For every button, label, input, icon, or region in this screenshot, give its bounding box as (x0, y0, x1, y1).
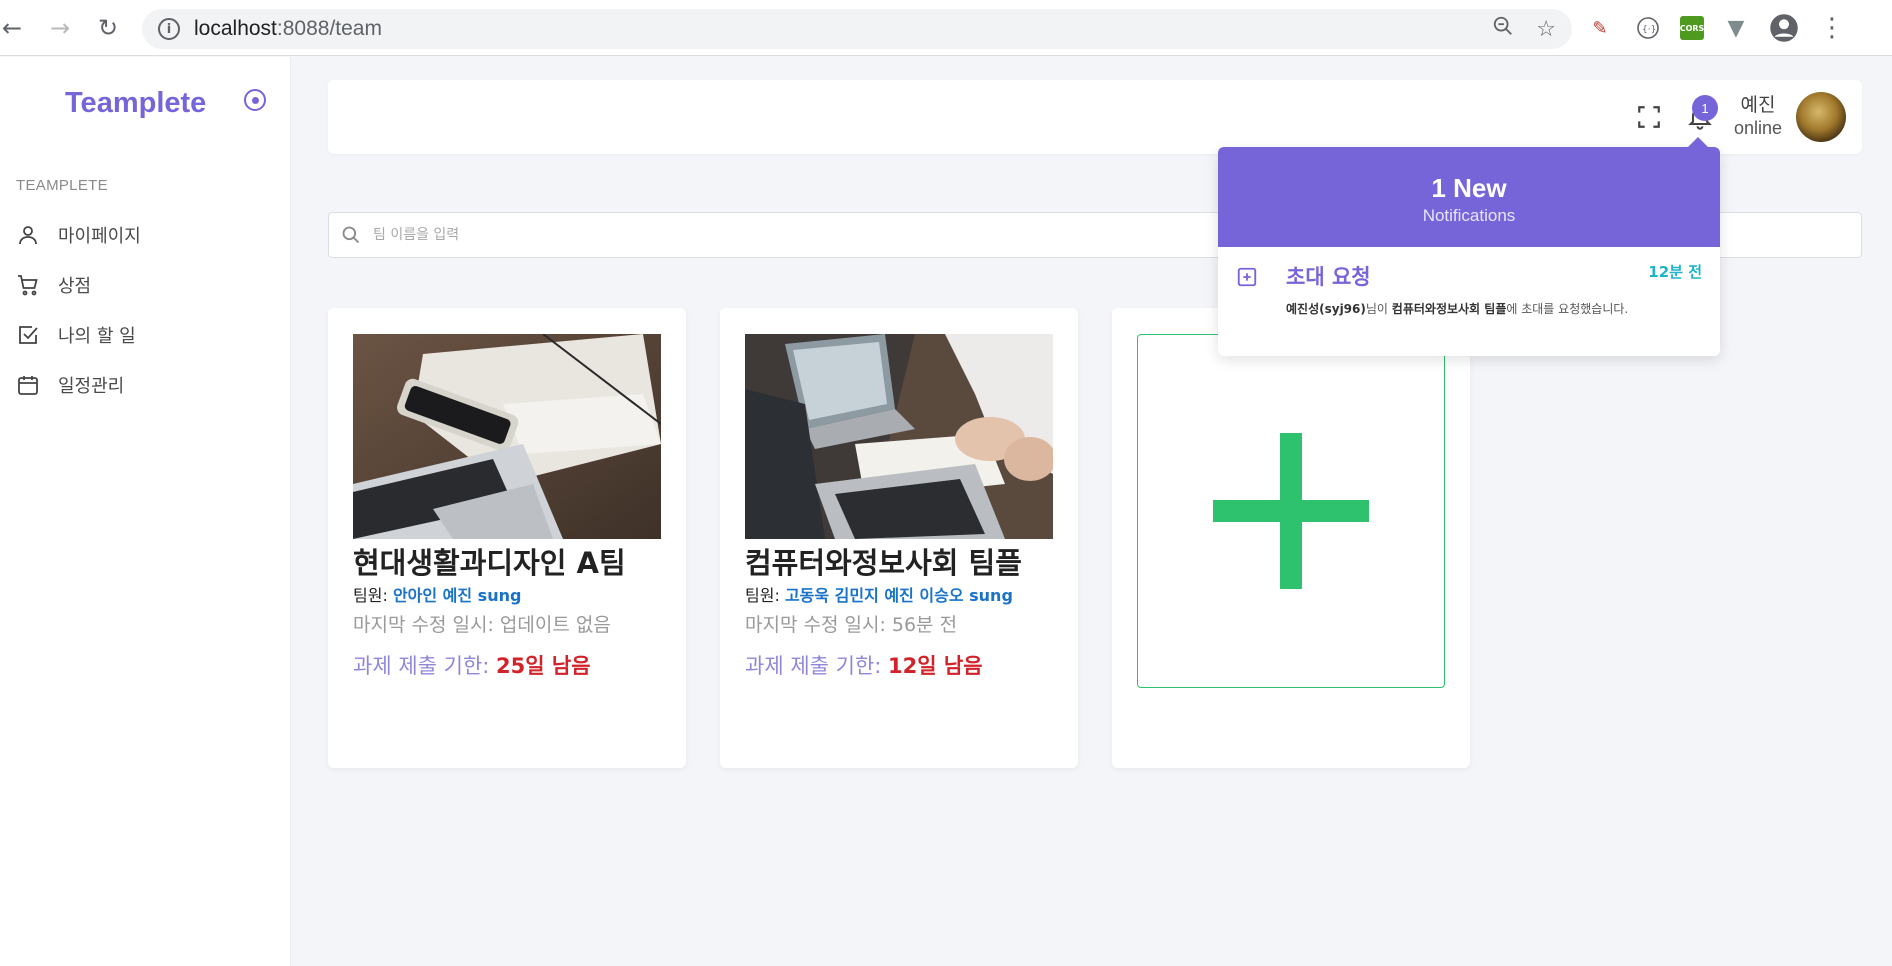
notification-header: 1 New Notifications (1218, 147, 1720, 247)
user-icon (19, 226, 37, 245)
add-team-card[interactable] (1112, 308, 1470, 768)
sidebar: Teamplete TEAMPLETE 마이페이지 상점 나의 할 일 일정관리 (0, 57, 291, 966)
notification-dropdown: 1 New Notifications 초대 요청 12분 전 예진성(syj9… (1218, 137, 1720, 356)
user-name[interactable]: 예진 (1708, 90, 1808, 117)
address-url[interactable]: localhost:8088/team (194, 17, 382, 41)
search-input[interactable] (373, 227, 973, 243)
team-last-updated: 마지막 수정 일시: 56분 전 (745, 614, 958, 636)
sidebar-item-label: 상점 (58, 276, 92, 297)
team-deadline: 과제 제출 기한: 25일 남음 (353, 654, 591, 678)
team-title[interactable]: 현대생활과디자인 A팀 (353, 540, 626, 582)
user-status: online (1733, 118, 1783, 138)
notification-count: 1 New (1431, 173, 1507, 203)
team-title[interactable]: 컴퓨터와정보사회 팀플 (745, 540, 1022, 582)
vue-devtools-icon[interactable]: ▼ (1720, 12, 1752, 44)
code-extension-icon[interactable]: {·} (1632, 12, 1664, 44)
browser-toolbar: ← → ↻ i localhost:8088/team ☆ ✎ {·} CORS… (0, 0, 1892, 56)
search-icon (342, 226, 360, 244)
sidebar-item-mypage[interactable]: 마이페이지 (16, 220, 141, 250)
plus-icon (1213, 433, 1369, 589)
cart-icon (18, 275, 38, 296)
profile-icon[interactable] (1768, 12, 1800, 44)
sidebar-item-label: 나의 할 일 (58, 326, 136, 347)
back-arrow-icon[interactable]: ← (0, 8, 32, 48)
calendar-icon (18, 376, 38, 395)
team-members: 팀원: 안아인 예진 sung (353, 586, 522, 605)
notification-time: 12분 전 (1648, 263, 1702, 281)
sidebar-item-schedule[interactable]: 일정관리 (16, 370, 124, 400)
sidebar-item-todo[interactable]: 나의 할 일 (16, 320, 136, 350)
sidebar-item-store[interactable]: 상점 (16, 270, 91, 300)
team-thumbnail (745, 334, 1053, 539)
browser-menu-icon[interactable]: ⋮ (1816, 12, 1848, 44)
add-team-button[interactable] (1137, 334, 1445, 688)
cors-extension-icon[interactable]: CORS (1680, 16, 1704, 40)
plus-square-icon (1237, 267, 1257, 287)
notification-subtitle: Notifications (1422, 206, 1516, 225)
sidebar-item-label: 일정관리 (58, 376, 125, 397)
address-bar[interactable]: i localhost:8088/team ☆ (142, 9, 1572, 49)
site-info-icon[interactable]: i (158, 18, 180, 40)
team-last-updated: 마지막 수정 일시: 업데이트 없음 (353, 614, 611, 636)
team-thumbnail (353, 334, 661, 539)
bookmark-star-icon[interactable]: ☆ (1536, 17, 1556, 42)
notification-title: 초대 요청 (1286, 265, 1371, 289)
pdf-extension-icon[interactable]: ✎ (1584, 12, 1616, 44)
team-card[interactable]: 컴퓨터와정보사회 팀플 팀원: 고동욱 김민지 예진 이승오 sung 마지막 … (720, 308, 1078, 768)
brand-logo[interactable]: Teamplete (65, 87, 206, 120)
avatar[interactable] (1796, 92, 1846, 142)
notification-item[interactable]: 초대 요청 12분 전 예진성(syj96)님이 컴퓨터와정보사회 팀플에 초대… (1218, 247, 1720, 356)
zoom-out-icon[interactable] (1492, 15, 1514, 43)
team-deadline: 과제 제출 기한: 12일 남음 (745, 654, 983, 678)
sidebar-item-label: 마이페이지 (58, 226, 141, 247)
svg-text:{·}: {·} (1642, 25, 1656, 35)
reload-icon[interactable]: ↻ (88, 8, 128, 48)
sidebar-toggle-icon[interactable] (244, 89, 266, 111)
checkbox-icon (19, 326, 38, 344)
fullscreen-icon[interactable] (1636, 104, 1662, 130)
sidebar-section-heading: TEAMPLETE (16, 177, 108, 194)
top-header: 1 예진 online (328, 80, 1862, 154)
team-members: 팀원: 고동욱 김민지 예진 이승오 sung (745, 586, 1013, 605)
notification-message: 예진성(syj96)님이 컴퓨터와정보사회 팀플에 초대를 요청했습니다. (1286, 302, 1629, 316)
forward-arrow-icon[interactable]: → (40, 8, 80, 48)
team-card[interactable]: 현대생활과디자인 A팀 팀원: 안아인 예진 sung 마지막 수정 일시: 업… (328, 308, 686, 768)
